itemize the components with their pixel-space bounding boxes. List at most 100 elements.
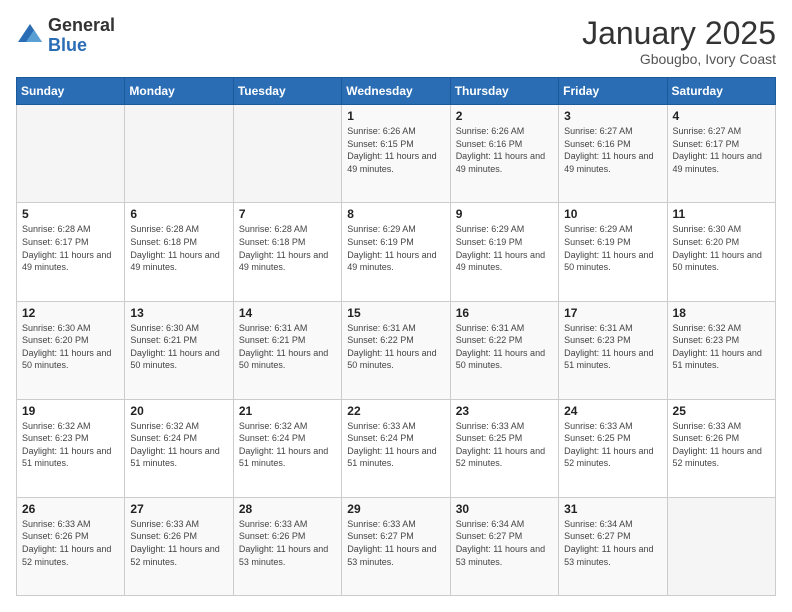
calendar-cell-w5-d4: 30 Sunrise: 6:34 AM Sunset: 6:27 PM Dayli… [450,497,558,595]
header-wednesday: Wednesday [342,78,450,105]
day-info: Sunrise: 6:32 AM Sunset: 6:24 PM Dayligh… [130,420,227,470]
day-info: Sunrise: 6:27 AM Sunset: 6:17 PM Dayligh… [673,125,770,175]
calendar-cell-w2-d4: 9Sunrise: 6:29 AM Sunset: 6:19 PM Daylig… [450,203,558,301]
day-info: Sunrise: 6:31 AM Sunset: 6:21 PM Dayligh… [239,322,336,372]
day-info: Sunrise: 6:31 AM Sunset: 6:22 PM Dayligh… [347,322,444,372]
header-friday: Friday [559,78,667,105]
calendar-cell-w3-d3: 15 Sunrise: 6:31 AM Sunset: 6:22 PM Dayli… [342,301,450,399]
calendar-cell-w3-d1: 13 Sunrise: 6:30 AM Sunset: 6:21 PM Dayli… [125,301,233,399]
day-info: Sunrise: 6:32 AM Sunset: 6:23 PM Dayligh… [673,322,770,372]
day-number: 4 [673,109,770,123]
header-thursday: Thursday [450,78,558,105]
day-info: Sunrise: 6:28 AM Sunset: 6:18 PM Dayligh… [130,223,227,273]
calendar-cell-w4-d3: 22 Sunrise: 6:33 AM Sunset: 6:24 PM Dayli… [342,399,450,497]
calendar-cell-w1-d2 [233,105,341,203]
day-number: 13 [130,306,227,320]
logo-text: General Blue [48,16,115,56]
calendar-cell-w5-d3: 29 Sunrise: 6:33 AM Sunset: 6:27 PM Dayli… [342,497,450,595]
day-info: Sunrise: 6:30 AM Sunset: 6:20 PM Dayligh… [22,322,119,372]
calendar-cell-w2-d3: 8 Sunrise: 6:29 AM Sunset: 6:19 PM Daylig… [342,203,450,301]
day-info: Sunrise: 6:33 AM Sunset: 6:24 PM Dayligh… [347,420,444,470]
calendar-cell-w1-d0 [17,105,125,203]
day-info: Sunrise: 6:33 AM Sunset: 6:27 PM Dayligh… [347,518,444,568]
calendar-cell-w5-d1: 27 Sunrise: 6:33 AM Sunset: 6:26 PM Dayli… [125,497,233,595]
day-number: 29 [347,502,444,516]
week-row-1: 1Sunrise: 6:26 AM Sunset: 6:15 PM Daylig… [17,105,776,203]
week-row-5: 26 Sunrise: 6:33 AM Sunset: 6:26 PM Dayli… [17,497,776,595]
page: General Blue January 2025 Gbougbo, Ivory… [0,0,792,612]
calendar-cell-w2-d6: 11Sunrise: 6:30 AM Sunset: 6:20 PM Dayli… [667,203,775,301]
day-number: 14 [239,306,336,320]
day-number: 3 [564,109,661,123]
logo: General Blue [16,16,115,56]
day-info: Sunrise: 6:33 AM Sunset: 6:26 PM Dayligh… [673,420,770,470]
header-sunday: Sunday [17,78,125,105]
calendar-cell-w4-d0: 19Sunrise: 6:32 AM Sunset: 6:23 PM Dayli… [17,399,125,497]
day-number: 12 [22,306,119,320]
calendar-cell-w2-d5: 10Sunrise: 6:29 AM Sunset: 6:19 PM Dayli… [559,203,667,301]
day-number: 8 [347,207,444,221]
calendar-cell-w4-d4: 23Sunrise: 6:33 AM Sunset: 6:25 PM Dayli… [450,399,558,497]
calendar-cell-w3-d6: 18 Sunrise: 6:32 AM Sunset: 6:23 PM Dayli… [667,301,775,399]
month-title: January 2025 [582,16,776,51]
day-number: 9 [456,207,553,221]
calendar-cell-w1-d3: 1Sunrise: 6:26 AM Sunset: 6:15 PM Daylig… [342,105,450,203]
day-number: 25 [673,404,770,418]
calendar-cell-w4-d6: 25 Sunrise: 6:33 AM Sunset: 6:26 PM Dayli… [667,399,775,497]
header-tuesday: Tuesday [233,78,341,105]
day-info: Sunrise: 6:30 AM Sunset: 6:20 PM Dayligh… [673,223,770,273]
logo-blue: Blue [48,35,87,55]
day-info: Sunrise: 6:31 AM Sunset: 6:22 PM Dayligh… [456,322,553,372]
day-info: Sunrise: 6:30 AM Sunset: 6:21 PM Dayligh… [130,322,227,372]
day-number: 16 [456,306,553,320]
header-monday: Monday [125,78,233,105]
calendar-cell-w3-d4: 16 Sunrise: 6:31 AM Sunset: 6:22 PM Dayli… [450,301,558,399]
calendar-cell-w5-d6 [667,497,775,595]
day-number: 21 [239,404,336,418]
calendar-cell-w5-d5: 31 Sunrise: 6:34 AM Sunset: 6:27 PM Dayli… [559,497,667,595]
day-number: 18 [673,306,770,320]
day-number: 26 [22,502,119,516]
calendar-cell-w2-d2: 7Sunrise: 6:28 AM Sunset: 6:18 PM Daylig… [233,203,341,301]
day-number: 27 [130,502,227,516]
day-number: 2 [456,109,553,123]
day-info: Sunrise: 6:32 AM Sunset: 6:24 PM Dayligh… [239,420,336,470]
calendar-cell-w4-d2: 21 Sunrise: 6:32 AM Sunset: 6:24 PM Dayli… [233,399,341,497]
calendar-table: Sunday Monday Tuesday Wednesday Thursday… [16,77,776,596]
day-info: Sunrise: 6:33 AM Sunset: 6:26 PM Dayligh… [130,518,227,568]
calendar-cell-w3-d2: 14 Sunrise: 6:31 AM Sunset: 6:21 PM Dayli… [233,301,341,399]
day-info: Sunrise: 6:31 AM Sunset: 6:23 PM Dayligh… [564,322,661,372]
weekday-header-row: Sunday Monday Tuesday Wednesday Thursday… [17,78,776,105]
day-number: 24 [564,404,661,418]
calendar-cell-w3-d5: 17 Sunrise: 6:31 AM Sunset: 6:23 PM Dayli… [559,301,667,399]
calendar-cell-w1-d5: 3 Sunrise: 6:27 AM Sunset: 6:16 PM Daylig… [559,105,667,203]
week-row-4: 19Sunrise: 6:32 AM Sunset: 6:23 PM Dayli… [17,399,776,497]
day-info: Sunrise: 6:26 AM Sunset: 6:16 PM Dayligh… [456,125,553,175]
day-number: 30 [456,502,553,516]
day-number: 28 [239,502,336,516]
calendar-cell-w1-d1 [125,105,233,203]
day-number: 31 [564,502,661,516]
subtitle: Gbougbo, Ivory Coast [582,51,776,67]
day-info: Sunrise: 6:34 AM Sunset: 6:27 PM Dayligh… [564,518,661,568]
day-number: 22 [347,404,444,418]
day-number: 6 [130,207,227,221]
day-info: Sunrise: 6:27 AM Sunset: 6:16 PM Dayligh… [564,125,661,175]
logo-icon [16,22,44,50]
day-info: Sunrise: 6:34 AM Sunset: 6:27 PM Dayligh… [456,518,553,568]
day-number: 5 [22,207,119,221]
day-info: Sunrise: 6:33 AM Sunset: 6:25 PM Dayligh… [564,420,661,470]
day-info: Sunrise: 6:29 AM Sunset: 6:19 PM Dayligh… [347,223,444,273]
day-number: 17 [564,306,661,320]
header-saturday: Saturday [667,78,775,105]
day-info: Sunrise: 6:28 AM Sunset: 6:17 PM Dayligh… [22,223,119,273]
calendar-cell-w1-d4: 2 Sunrise: 6:26 AM Sunset: 6:16 PM Daylig… [450,105,558,203]
week-row-2: 5 Sunrise: 6:28 AM Sunset: 6:17 PM Daylig… [17,203,776,301]
day-info: Sunrise: 6:26 AM Sunset: 6:15 PM Dayligh… [347,125,444,175]
day-info: Sunrise: 6:33 AM Sunset: 6:25 PM Dayligh… [456,420,553,470]
calendar-cell-w2-d0: 5 Sunrise: 6:28 AM Sunset: 6:17 PM Daylig… [17,203,125,301]
calendar-cell-w1-d6: 4 Sunrise: 6:27 AM Sunset: 6:17 PM Daylig… [667,105,775,203]
day-info: Sunrise: 6:28 AM Sunset: 6:18 PM Dayligh… [239,223,336,273]
calendar-cell-w4-d1: 20Sunrise: 6:32 AM Sunset: 6:24 PM Dayli… [125,399,233,497]
day-number: 15 [347,306,444,320]
